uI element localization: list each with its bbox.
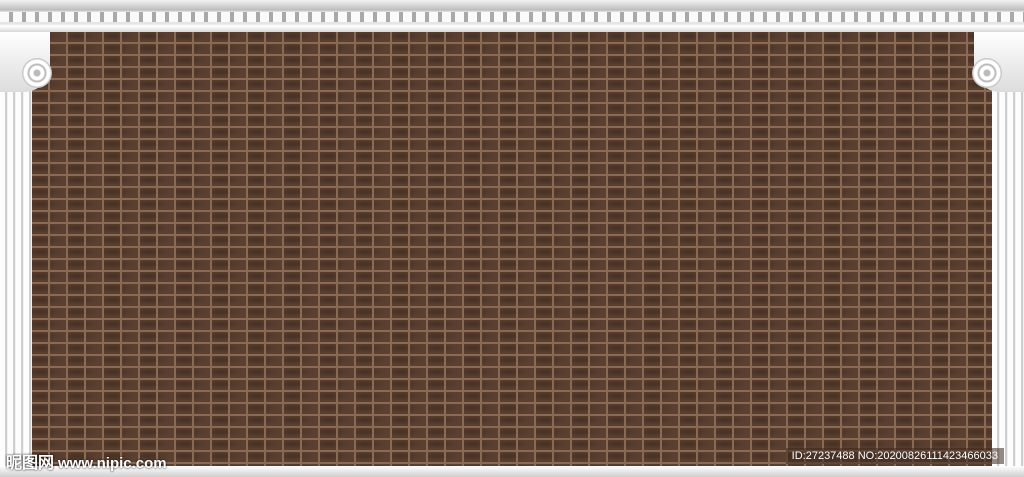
cornice xyxy=(0,0,1024,32)
left-volute xyxy=(22,58,52,88)
right-column xyxy=(992,32,1024,477)
watermark-id: ID:27237488 NO:20200826111423466033 xyxy=(785,448,1004,464)
left-column xyxy=(0,32,32,477)
dentil-molding xyxy=(0,12,1024,22)
right-volute xyxy=(972,58,1002,88)
watermark-brand: 昵图网 xyxy=(6,455,55,472)
watermark-logo: 昵图网 www.nipic.com xyxy=(6,449,167,473)
brick-wall xyxy=(30,30,998,470)
watermark-site: www.nipic.com xyxy=(58,455,167,472)
